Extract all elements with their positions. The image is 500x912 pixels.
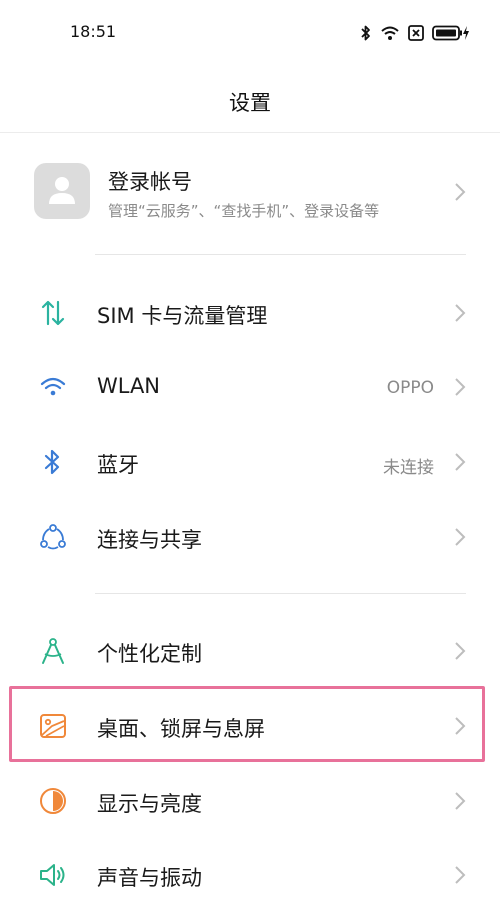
settings-item-value: 未连接 bbox=[383, 458, 434, 478]
bluetooth-icon bbox=[44, 449, 60, 475]
chevron-right-icon bbox=[455, 792, 466, 810]
status-time: 18:51 bbox=[70, 22, 117, 41]
settings-item-label: 显示与亮度 bbox=[97, 792, 202, 816]
wifi-icon bbox=[40, 377, 66, 396]
settings-item-connection-sharing[interactable]: 连接与共享 bbox=[0, 500, 500, 574]
chevron-right-icon bbox=[455, 528, 466, 546]
divider bbox=[95, 254, 466, 255]
sim-data-icon bbox=[41, 300, 65, 326]
settings-item-sim[interactable]: SIM 卡与流量管理 bbox=[0, 276, 500, 350]
settings-item-label: WLAN bbox=[97, 374, 161, 398]
compass-icon bbox=[42, 638, 64, 664]
highlight-box bbox=[9, 686, 485, 762]
title-bar: 设置 bbox=[0, 66, 500, 133]
chevron-right-icon bbox=[455, 453, 466, 471]
avatar bbox=[34, 163, 90, 219]
settings-item-display-brightness[interactable]: 显示与亮度 bbox=[0, 764, 500, 838]
settings-item-label: 蓝牙 bbox=[97, 453, 139, 477]
settings-item-label: 个性化定制 bbox=[97, 642, 202, 666]
account-subtitle: 管理“云服务”、“查找手机”、登录设备等 bbox=[108, 202, 380, 220]
settings-item-sound-vibration[interactable]: 声音与振动 bbox=[0, 838, 500, 912]
settings-item-bluetooth[interactable]: 蓝牙 未连接 bbox=[0, 425, 500, 499]
status-bar: 18:51 bbox=[0, 0, 500, 66]
chevron-right-icon bbox=[455, 378, 466, 396]
settings-item-personalization[interactable]: 个性化定制 bbox=[0, 614, 500, 688]
chevron-right-icon bbox=[455, 304, 466, 322]
chevron-right-icon bbox=[455, 642, 466, 660]
bluetooth-status-icon bbox=[361, 25, 370, 41]
avatar-icon bbox=[49, 177, 75, 204]
account-title: 登录帐号 bbox=[108, 170, 192, 194]
divider bbox=[95, 593, 466, 594]
wifi-status-icon bbox=[381, 26, 399, 40]
settings-item-value: OPPO bbox=[386, 378, 434, 398]
account-row[interactable]: 登录帐号 管理“云服务”、“查找手机”、登录设备等 bbox=[0, 150, 500, 234]
battery-charging-icon bbox=[432, 25, 469, 41]
no-sim-icon bbox=[408, 25, 424, 41]
chevron-right-icon bbox=[455, 183, 466, 201]
settings-item-label: SIM 卡与流量管理 bbox=[97, 304, 268, 328]
settings-item-label: 连接与共享 bbox=[97, 528, 202, 552]
settings-item-wlan[interactable]: WLAN OPPO bbox=[0, 350, 500, 424]
share-connection-icon bbox=[40, 524, 66, 550]
speaker-icon bbox=[40, 864, 65, 886]
chevron-right-icon bbox=[455, 866, 466, 884]
status-icons bbox=[360, 22, 470, 44]
page-title: 设置 bbox=[229, 91, 271, 115]
brightness-icon bbox=[40, 788, 66, 814]
